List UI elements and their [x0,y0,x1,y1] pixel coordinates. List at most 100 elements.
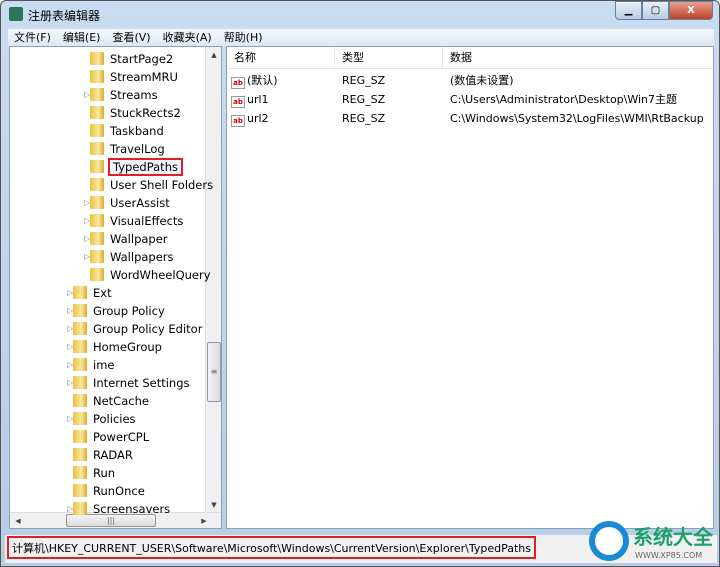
window-title: 注册表编辑器 [28,9,101,23]
folder-icon [90,70,104,83]
tree-item-label: StartPage2 [110,52,174,66]
tree-item[interactable]: RunOnce [73,482,145,500]
folder-icon [73,304,87,317]
tree-item-label: TypedPaths [108,158,183,176]
folder-icon [73,448,87,461]
tree-item[interactable]: UserAssist [90,194,170,212]
tree-item[interactable]: TravelLog [90,140,165,158]
tree-item[interactable]: Group Policy [73,302,165,320]
tree-item[interactable]: Streams [90,86,158,104]
menu-help[interactable]: 帮助(H) [218,29,269,46]
string-value-icon: ab [231,96,245,108]
tree-item[interactable]: Internet Settings [73,374,190,392]
folder-icon [73,412,87,425]
tree-item-label: Policies [93,412,136,426]
tree-item-selected[interactable]: TypedPaths [90,158,183,176]
logo-icon [589,521,629,561]
folder-icon [73,484,87,497]
tree-item-label: Ext [93,286,112,300]
regedit-icon [9,7,23,21]
menu-favorites[interactable]: 收藏夹(A) [157,29,218,46]
folder-icon [90,160,104,173]
folder-icon [90,106,104,119]
tree-item-label: User Shell Folders [110,178,214,192]
value-name-text: (默认) [247,74,278,87]
folder-icon [90,268,104,281]
close-button[interactable]: X [669,1,713,20]
tree-item-label: Streams [110,88,158,102]
registry-editor-window: 注册表编辑器 ▁ ▢ X 文件(F) 编辑(E) 查看(V) 收藏夹(A) 帮助… [0,0,720,567]
tree-item-label: Wallpaper [110,232,168,246]
column-data[interactable]: 数据 [443,47,713,68]
string-value-icon: ab [231,77,245,89]
tree-item[interactable]: Run [73,464,115,482]
tree-item[interactable]: Group Policy Editor [73,320,202,338]
tree-item-label: Group Policy Editor [93,322,203,336]
tree-item-label: StuckRects2 [110,106,181,120]
scroll-right-arrow[interactable]: ▶ [196,513,212,528]
tree-item[interactable]: StartPage2 [90,50,173,68]
watermark-logo: 系统大全 WWW.XP85.COM [589,519,719,565]
tree-item[interactable]: Wallpapers [90,248,174,266]
value-name: ab url2 [227,109,335,128]
folder-icon [73,502,87,515]
string-value-icon: ab [231,115,245,127]
tree-item[interactable]: Ext [73,284,112,302]
folder-icon [73,394,87,407]
tree-item-label: RunOnce [93,484,145,498]
value-name-text: url2 [247,112,269,125]
tree-item-label: HomeGroup [93,340,162,354]
scroll-thumb[interactable]: ≡ [207,342,221,402]
tree-item[interactable]: Screensavers [73,500,170,518]
value-name-text: url1 [247,93,269,106]
tree-item[interactable]: RADAR [73,446,133,464]
scroll-up-arrow[interactable]: ▲ [206,47,221,63]
folder-icon [90,88,104,101]
menu-edit[interactable]: 编辑(E) [57,29,107,46]
tree-item[interactable]: ime [73,356,114,374]
scroll-left-arrow[interactable]: ◀ [10,513,26,528]
folder-icon [90,124,104,137]
tree-item-label: Wallpapers [110,250,174,264]
list-header: 名称 类型 数据 [227,47,713,69]
tree-item-label: NetCache [93,394,149,408]
tree-item[interactable]: Taskband [90,122,164,140]
folder-icon [73,466,87,479]
column-name[interactable]: 名称 [227,47,335,68]
value-data: (数值未设置) [450,74,514,87]
list-row[interactable]: ab url2 REG_SZ C:\Windows\System32\LogFiles… [227,109,704,128]
tree-item[interactable]: StreamMRU [90,68,178,86]
value-type: REG_SZ [342,74,386,87]
tree-item[interactable]: Wallpaper [90,230,168,248]
folder-icon [73,358,87,371]
tree-item[interactable]: User Shell Folders [90,176,213,194]
tree-item-label: UserAssist [110,196,170,210]
tree-item-label: WordWheelQuery [110,268,211,282]
menu-file[interactable]: 文件(F) [8,29,57,46]
minimize-button[interactable]: ▁ [615,1,642,20]
scroll-down-arrow[interactable]: ▼ [206,497,221,513]
menu-view[interactable]: 查看(V) [106,29,156,46]
tree-item-label: TravelLog [110,142,165,156]
value-name: ab url1 [227,90,335,109]
column-type[interactable]: 类型 [335,47,443,68]
tree-item[interactable]: Policies [73,410,136,428]
tree-item-label: Group Policy [93,304,165,318]
tree-item-label: RADAR [93,448,133,462]
tree-item[interactable]: StuckRects2 [90,104,181,122]
tree-item[interactable]: VisualEffects [90,212,183,230]
tree-item[interactable]: NetCache [73,392,149,410]
folder-icon [90,196,104,209]
tree-item[interactable]: PowerCPL [73,428,149,446]
title-bar: 注册表编辑器 ▁ ▢ X [1,1,719,28]
tree-item[interactable]: HomeGroup [73,338,162,356]
folder-icon [90,142,104,155]
folder-icon [73,286,87,299]
status-path: 计算机\HKEY_CURRENT_USER\Software\Microsoft… [7,536,536,559]
maximize-button[interactable]: ▢ [642,1,669,20]
registry-tree[interactable]: ▲ ≡ ▼ ◀ ||| ▶ StartPage2 StreamMRU ▷ Stream… [9,46,222,529]
tree-item[interactable]: WordWheelQuery [90,266,211,284]
folder-icon [73,430,87,443]
list-row[interactable]: ab url1 REG_SZ C:\Users\Administrator\Deskt… [227,90,677,109]
list-row[interactable]: ab (默认) REG_SZ (数值未设置) [227,71,514,90]
